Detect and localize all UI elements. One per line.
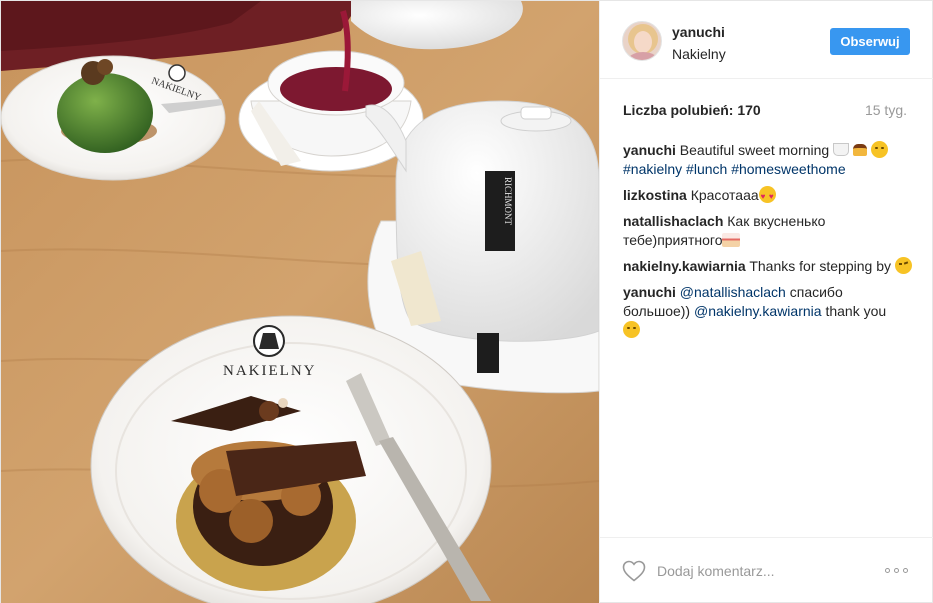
comments-list: yanuchi Beautiful sweet morning #nakieln…: [623, 141, 913, 347]
comment-item: nakielny.kawiarnia Thanks for stepping b…: [623, 257, 913, 276]
post-photo[interactable]: NAKIELNY RICHMONT NAKIELNY: [1, 1, 599, 603]
mention-link[interactable]: @natallishaclach: [680, 284, 786, 300]
likes-count[interactable]: Liczba polubień: 170: [623, 102, 761, 118]
comment-user[interactable]: nakielny.kawiarnia: [623, 258, 746, 274]
cake-emoji-icon: [722, 233, 741, 247]
plate-brand-text: NAKIELNY: [223, 363, 316, 379]
heart-icon[interactable]: [622, 560, 646, 582]
post-age[interactable]: 15 tyg.: [865, 102, 907, 118]
smile-emoji-icon: [870, 141, 888, 158]
flan-emoji-icon: [853, 144, 867, 156]
comment-item: yanuchi Beautiful sweet morning #nakieln…: [623, 141, 913, 179]
post-header: yanuchi Nakielny Obserwuj: [600, 1, 933, 79]
heart-eyes-emoji-icon: [758, 186, 776, 206]
wink-emoji-icon: [894, 257, 912, 274]
comment-text: Thanks for stepping by: [749, 258, 891, 274]
hashtag-link[interactable]: #lunch: [686, 161, 727, 177]
teapot-label: RICHMONT: [503, 177, 513, 226]
comment-text: Beautiful sweet morning: [679, 142, 830, 158]
comment-user[interactable]: lizkostina: [623, 187, 687, 203]
instagram-post: NAKIELNY RICHMONT NAKIELNY yanuchi Nakie…: [0, 0, 933, 603]
coffee-emoji-icon: [833, 143, 850, 156]
comment-input[interactable]: [657, 560, 877, 582]
smile-emoji-icon: [623, 321, 640, 338]
post-side-panel: yanuchi Nakielny Obserwuj Liczba polubie…: [599, 1, 933, 603]
header-username[interactable]: yanuchi: [672, 24, 725, 40]
hashtag-link[interactable]: #nakielny: [623, 161, 682, 177]
comment-item: yanuchi @natallishaclach спасибо большое…: [623, 283, 913, 340]
comment-item: lizkostina Красотааа: [623, 186, 913, 206]
header-location[interactable]: Nakielny: [672, 46, 726, 62]
follow-button[interactable]: Obserwuj: [830, 28, 910, 55]
photo-illustration: NAKIELNY RICHMONT NAKIELNY: [1, 1, 599, 603]
more-options-icon[interactable]: [885, 564, 913, 576]
comment-user[interactable]: natallishaclach: [623, 213, 723, 229]
comment-user[interactable]: yanuchi: [623, 142, 676, 158]
comment-text: Красотааа: [690, 187, 759, 203]
comment-user[interactable]: yanuchi: [623, 284, 676, 300]
mention-link[interactable]: @nakielny.kawiarnia: [694, 303, 822, 319]
hashtag-link[interactable]: #homesweethome: [731, 161, 845, 177]
avatar[interactable]: [622, 21, 662, 61]
comment-bar: [600, 537, 933, 603]
comment-text: thank you: [825, 303, 887, 319]
comment-item: natallishaclach Как вкусненько тебе)прия…: [623, 212, 913, 250]
